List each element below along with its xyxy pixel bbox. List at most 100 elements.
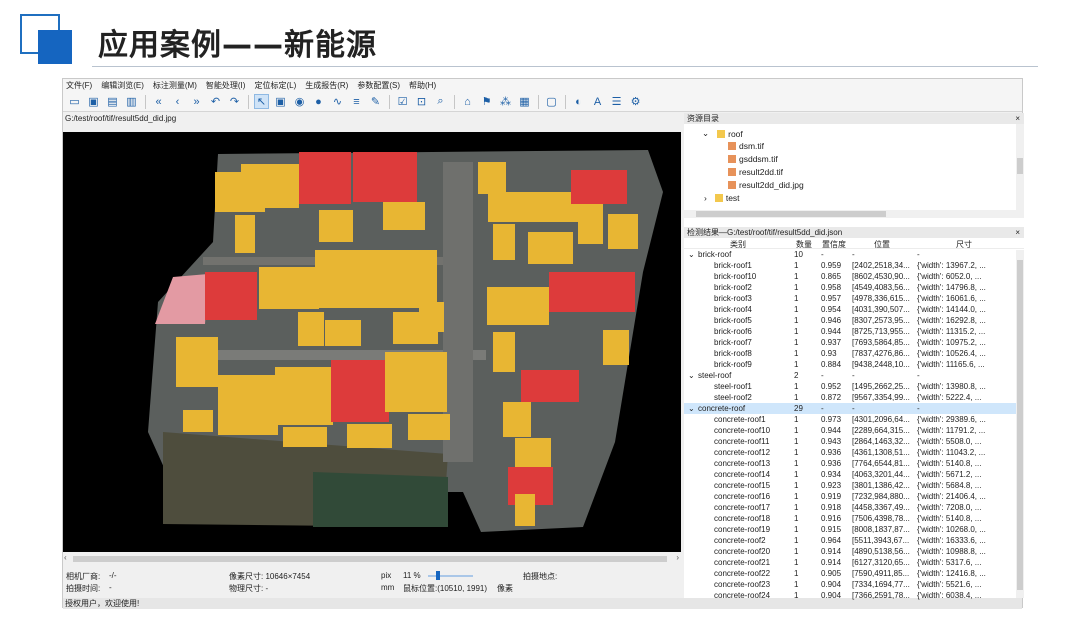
table-row[interactable]: brick-roof1 1 0.959 [2402,2518,34... {'width… [684, 260, 1024, 271]
table-row[interactable]: concrete-roof13 1 0.936 [7764,6544,81... {'w… [684, 458, 1024, 469]
list-icon[interactable]: ☰ [609, 94, 624, 109]
tree-item-folder[interactable]: ⌄ roof [702, 128, 743, 139]
table-row[interactable]: brick-roof2 1 0.958 [4549,4083,56... {'width… [684, 282, 1024, 293]
polyline-icon[interactable]: ∿ [330, 94, 345, 109]
table-row[interactable]: brick-roof8 1 0.93 [7837,4276,86... {'width'… [684, 348, 1024, 359]
category-cell: concrete-roof20 [714, 546, 771, 556]
table-row[interactable]: concrete-roof12 1 0.936 [4361,1308,51... {'w… [684, 447, 1024, 458]
table-row[interactable]: brick-roof3 1 0.957 [4978,336,615... {'width… [684, 293, 1024, 304]
undo-icon[interactable]: ↶ [208, 94, 223, 109]
next-icon[interactable]: » [189, 94, 204, 109]
first-icon[interactable]: « [151, 94, 166, 109]
menu-settings[interactable]: 参数配置(S) [357, 80, 400, 91]
count-cell: 1 [794, 326, 799, 336]
zoom-icon[interactable]: ⌕ [433, 94, 448, 109]
pencil-icon[interactable]: ✎ [368, 94, 383, 109]
close-icon[interactable]: × [1015, 227, 1020, 238]
tree-vertical-scrollbar[interactable] [1016, 124, 1024, 210]
point-icon[interactable]: ● [311, 94, 326, 109]
table-row[interactable]: concrete-roof23 1 0.904 [7334,1694,77... {'w… [684, 579, 1024, 590]
font-icon[interactable]: A [590, 94, 605, 109]
menu-edit-browse[interactable]: 编辑浏览(E) [101, 80, 144, 91]
qr-icon[interactable]: ▦ [517, 94, 532, 109]
redo-icon[interactable]: ↷ [227, 94, 242, 109]
chevron-down-icon[interactable]: ⌄ [702, 128, 709, 139]
zoom-slider[interactable] [403, 571, 473, 580]
results-vertical-scrollbar[interactable] [1016, 250, 1024, 598]
table-row[interactable]: concrete-roof24 1 0.904 [7366,2591,78... {'w… [684, 590, 1024, 601]
menu-annotate-measure[interactable]: 标注测量(M) [153, 80, 197, 91]
palette-icon[interactable]: ◐ [571, 94, 586, 109]
pointer-icon[interactable]: ↖ [254, 94, 269, 109]
chevron-down-icon[interactable]: ⌄ [688, 371, 695, 380]
scroll-right-icon[interactable]: › [676, 553, 679, 562]
zoom-knob[interactable] [436, 571, 440, 580]
table-row[interactable]: brick-roof9 1 0.884 [9438,2448,10... {'width… [684, 359, 1024, 370]
table-row[interactable]: concrete-roof19 1 0.915 [8008,1837,87... {'w… [684, 524, 1024, 535]
image-horizontal-scrollbar[interactable]: ‹ › [63, 553, 681, 564]
measure-icon[interactable]: ⌂ [460, 94, 475, 109]
scrollbar-thumb[interactable] [1017, 260, 1023, 590]
scrollbar-thumb[interactable] [1017, 158, 1023, 174]
category-row[interactable]: ⌄ brick-roof 10 - - - [684, 249, 1024, 260]
menu-file[interactable]: 文件(F) [66, 80, 92, 91]
table-row[interactable]: concrete-roof14 1 0.934 [4063,3201,44... {'w… [684, 469, 1024, 480]
table-row[interactable]: steel-roof1 1 0.952 [1495,2662,25... {'width… [684, 381, 1024, 392]
tree-horizontal-scrollbar[interactable] [684, 210, 1024, 218]
table-row[interactable]: concrete-roof15 1 0.923 [3801,1386,42... {'w… [684, 480, 1024, 491]
scroll-left-icon[interactable]: ‹ [64, 553, 67, 562]
save-icon[interactable]: ▤ [105, 94, 120, 109]
chevron-down-icon[interactable]: ⌄ [688, 404, 695, 413]
rect-select-icon[interactable]: ▣ [273, 94, 288, 109]
tree-item-folder[interactable]: › test [704, 193, 740, 203]
zoom-fit-icon[interactable]: ⊡ [414, 94, 429, 109]
scrollbar-thumb[interactable] [696, 211, 886, 217]
table-row[interactable]: concrete-roof17 1 0.918 [4458,3367,49... {'w… [684, 502, 1024, 513]
table-row[interactable]: brick-roof5 1 0.946 [8307,2573,95... {'width… [684, 315, 1024, 326]
gear-icon[interactable]: ⚙ [628, 94, 643, 109]
table-row[interactable]: concrete-roof20 1 0.914 [4890,5138,56... {'w… [684, 546, 1024, 557]
table-row[interactable]: concrete-roof18 1 0.916 [7506,4398,78... {'w… [684, 513, 1024, 524]
open-folder-icon[interactable]: ▭ [67, 94, 82, 109]
table-row[interactable]: concrete-roof16 1 0.919 [7232,984,880... {'w… [684, 491, 1024, 502]
table-row[interactable]: brick-roof6 1 0.944 [8725,713,955... {'width… [684, 326, 1024, 337]
network-icon[interactable]: ⁂ [498, 94, 513, 109]
size-cell: {'width': 5317.6, ... [917, 557, 982, 567]
confidence-cell: 0.973 [821, 414, 842, 424]
category-row[interactable]: ⌄ concrete-roof 29 - - - [684, 403, 1024, 414]
table-row[interactable]: brick-roof4 1 0.954 [4031,390,507... {'width… [684, 304, 1024, 315]
menu-smart-process[interactable]: 智能处理(I) [206, 80, 246, 91]
locate-icon[interactable]: ⚑ [479, 94, 494, 109]
table-row[interactable]: concrete-roof11 1 0.943 [2864,1463,32... {'w… [684, 436, 1024, 447]
text-icon[interactable]: ≡ [349, 94, 364, 109]
circle-icon[interactable]: ◉ [292, 94, 307, 109]
image-icon[interactable]: ▣ [86, 94, 101, 109]
aerial-image-canvas[interactable] [63, 132, 681, 552]
category-cell: brick-roof [698, 249, 732, 259]
results-panel-title-text: 检测结果—G:/test/roof/tif/result5dd_did.json [687, 228, 843, 237]
close-icon[interactable]: × [1015, 113, 1020, 124]
tree-item-file[interactable]: result2dd.tif [728, 167, 783, 177]
save-as-icon[interactable]: ▥ [124, 94, 139, 109]
menu-locate-calibrate[interactable]: 定位标定(L) [254, 80, 296, 91]
menu-help[interactable]: 帮助(H) [409, 80, 436, 91]
table-row[interactable]: concrete-roof2 1 0.964 [5511,3943,67... {'wi… [684, 535, 1024, 546]
table-row[interactable]: brick-roof10 1 0.865 [8602,4530,90... {'widt… [684, 271, 1024, 282]
menu-generate-report[interactable]: 生成报告(R) [305, 80, 348, 91]
report-icon[interactable]: ▢ [544, 94, 559, 109]
prev-icon[interactable]: ‹ [170, 94, 185, 109]
table-row[interactable]: concrete-roof10 1 0.944 [2289,664,315... {'w… [684, 425, 1024, 436]
tree-item-file[interactable]: dsm.tif [728, 141, 764, 151]
scrollbar-thumb[interactable] [73, 556, 667, 562]
checkbox-icon[interactable]: ☑ [395, 94, 410, 109]
table-row[interactable]: concrete-roof1 1 0.973 [4301,2096,64... {'wi… [684, 414, 1024, 425]
table-row[interactable]: concrete-roof21 1 0.914 [6127,3120,65... {'w… [684, 557, 1024, 568]
table-row[interactable]: steel-roof2 1 0.872 [9567,3354,99... {'width… [684, 392, 1024, 403]
tree-item-file[interactable]: result2dd_did.jpg [728, 180, 804, 190]
table-row[interactable]: brick-roof7 1 0.937 [7693,5864,85... {'width… [684, 337, 1024, 348]
tree-item-file[interactable]: gsddsm.tif [728, 154, 778, 164]
table-row[interactable]: concrete-roof22 1 0.905 [7590,4911,85... {'w… [684, 568, 1024, 579]
chevron-right-icon[interactable]: › [704, 193, 707, 203]
chevron-down-icon[interactable]: ⌄ [688, 250, 695, 259]
category-row[interactable]: ⌄ steel-roof 2 - - - [684, 370, 1024, 381]
